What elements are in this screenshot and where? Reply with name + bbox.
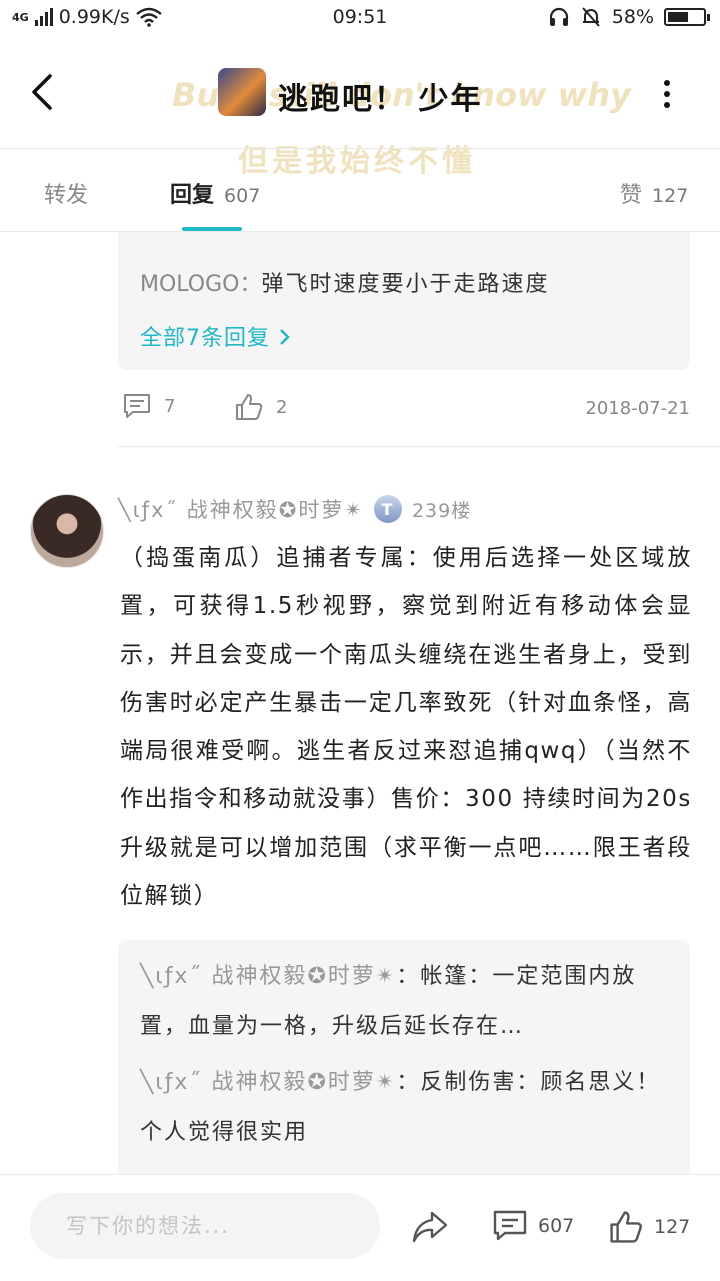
battery-percent: 58%: [611, 6, 654, 28]
sub-reply[interactable]: ╲ιƒx˝ 战神权毅✪时萝✴：反制伤害：顾名思义！个人觉得很实用: [140, 1058, 670, 1158]
avatar[interactable]: [30, 494, 104, 568]
sub-reply-user[interactable]: ╲ιƒx˝ 战神权毅✪时萝✴: [140, 1070, 396, 1095]
tab-like[interactable]: 赞 127: [620, 177, 688, 209]
post-username[interactable]: ╲ιƒx˝ 战神权毅✪时萝✴: [118, 494, 364, 524]
sub-reply[interactable]: MOLOGO：弹飞时速度要小于走路速度: [140, 266, 549, 298]
view-all-label: 全部7条回复: [140, 326, 270, 351]
tab-reply-label: 回复: [170, 183, 215, 208]
tab-reply-count: 607: [224, 185, 261, 207]
like-count: 127: [654, 1216, 691, 1238]
post-actions: 7 2 2018-07-21: [118, 392, 690, 428]
like-count: 2: [276, 396, 288, 418]
comment-count: 607: [538, 1215, 575, 1237]
sub-reply[interactable]: ╲ιƒx˝ 战神权毅✪时萝✴：帐篷：一定范围内放置，血量为一格，升级后延长存在…: [140, 952, 670, 1052]
comment-action[interactable]: 7: [122, 392, 175, 420]
back-icon[interactable]: [26, 72, 62, 112]
status-bar: 4G 0.99K/s 09:51 58%: [0, 0, 720, 36]
bottom-bar: 607 127: [0, 1174, 720, 1281]
tab-like-label: 赞: [620, 183, 643, 208]
more-options-icon[interactable]: [660, 80, 674, 112]
sub-reply-user[interactable]: MOLOGO: [140, 272, 239, 297]
sub-reply-sep: ：: [396, 1070, 421, 1095]
share-icon: [412, 1211, 448, 1243]
tab-reply[interactable]: 回复 607: [170, 177, 260, 209]
comment-icon: [493, 1210, 527, 1241]
sub-reply-text: 弹飞时速度要小于走路速度: [261, 272, 550, 297]
like-action[interactable]: 2: [234, 392, 287, 422]
comment-icon: [124, 394, 150, 418]
view-all-replies-link[interactable]: 全部7条回复: [140, 320, 292, 352]
thumbs-up-icon: [236, 394, 263, 420]
thumbs-up-icon: [610, 1211, 642, 1243]
tab-like-count: 127: [652, 185, 689, 207]
share-button[interactable]: [410, 1209, 450, 1249]
comment-button[interactable]: 607: [492, 1209, 574, 1243]
tab-forward-label: 转发: [44, 183, 89, 208]
post-date: 2018-07-21: [585, 398, 690, 419]
post-header: ╲ιƒx˝ 战神权毅✪时萝✴ T 239楼: [118, 494, 471, 524]
level-badge-icon: T: [373, 495, 402, 523]
battery-icon: [664, 8, 710, 26]
headset-icon: [549, 7, 568, 26]
floor-number: 239楼: [411, 499, 472, 522]
tab-forward[interactable]: 转发: [44, 177, 88, 209]
sub-reply-sep: ：: [396, 964, 421, 989]
header: But I still don't know why 但是我始终不懂 逃跑吧！ …: [0, 36, 720, 179]
sub-reply-user[interactable]: ╲ιƒx˝ 战神权毅✪时萝✴: [140, 964, 396, 989]
active-tab-indicator: [182, 227, 242, 231]
post-body: （捣蛋南瓜）追捕者专属：使用后选择一处区域放置，可获得1.5秒视野，察觉到附近有…: [120, 545, 692, 910]
comment-input[interactable]: [30, 1193, 380, 1259]
comment-count: 7: [164, 395, 176, 417]
tab-bar: 转发 回复 607 赞 127: [0, 148, 720, 232]
like-button[interactable]: 127: [608, 1209, 690, 1245]
page-title: 逃跑吧！ 少年: [278, 82, 483, 117]
chevron-right-icon: [280, 329, 290, 345]
sub-reply-sep: ：: [239, 272, 262, 297]
divider: [118, 446, 720, 447]
forum-avatar[interactable]: [218, 68, 266, 116]
mute-bell-icon: [582, 7, 600, 27]
